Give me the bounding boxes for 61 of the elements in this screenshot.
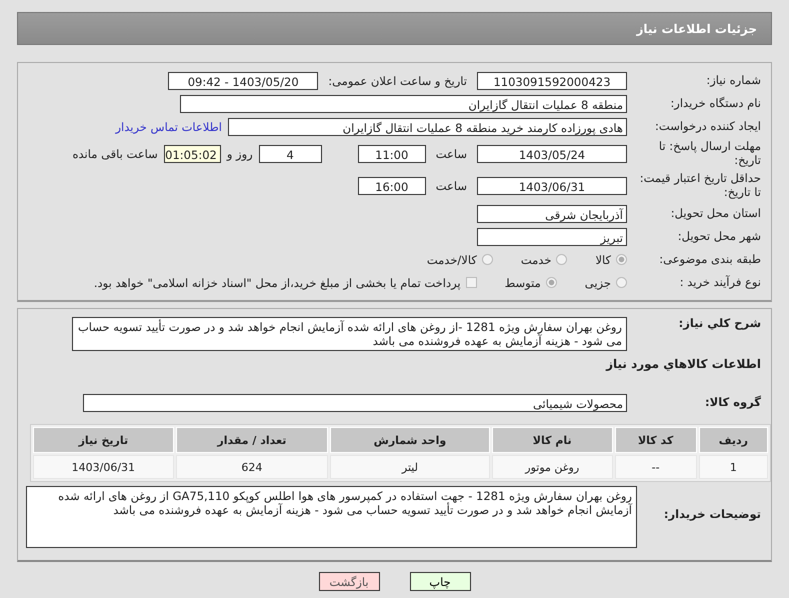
- goods-group-field: محصولات شیمیائی: [83, 394, 627, 412]
- column-header: واحد شمارش: [330, 427, 490, 453]
- field-label: نام دستگاه خریدار:: [669, 96, 762, 110]
- action-button[interactable]: چاپ: [410, 572, 470, 591]
- field-label: روز و: [226, 147, 253, 161]
- radio-button[interactable]: [556, 254, 568, 265]
- table-cell: 1403/06/31: [33, 455, 174, 479]
- field-label: شماره نیاز:: [705, 74, 762, 88]
- column-header: ردیف: [698, 427, 768, 453]
- column-header: کد کالا: [614, 427, 697, 453]
- column-header: نام کالا: [492, 427, 613, 453]
- field-label: حداقل تاریخ اعتبار قیمت: تا تاریخ:: [638, 172, 762, 200]
- field-label: توضیحات خریدار:: [662, 506, 762, 522]
- field-label: ساعت باقی مانده: [72, 147, 158, 161]
- table-cell: لیتر: [330, 455, 490, 479]
- field-label: مهلت ارسال پاسخ: تا تاریخ:: [658, 140, 762, 168]
- table-cell: 1: [698, 455, 768, 479]
- buyer-name-field: منطقه 8 عملیات انتقال گازایران: [180, 94, 627, 112]
- province-field: آذربایجان شرقی: [477, 204, 627, 222]
- city-field: تبریز: [477, 228, 627, 246]
- field-label: ساعت: [436, 147, 467, 161]
- field-label: طبقه بندی موضوعی:: [658, 252, 762, 266]
- field-label: نوع فرآیند خرید :: [678, 276, 762, 290]
- field-label: شهر محل تحویل:: [676, 230, 762, 244]
- field-label: گروه کالا:: [704, 396, 762, 410]
- field-label: شرح كلي نياز:: [678, 317, 762, 331]
- validity-time-field: 16:00: [358, 177, 426, 195]
- action-button[interactable]: بازگشت: [318, 572, 380, 591]
- deadline-date-field: 1403/05/24: [477, 145, 627, 163]
- buyer-contact-link[interactable]: اطلاعات تماس خریدار: [115, 120, 222, 134]
- radio-button[interactable]: [546, 277, 557, 288]
- section-title: اطلاعات كالاهاي مورد نياز: [604, 356, 762, 371]
- field-label: ساعت: [436, 179, 467, 193]
- remaining-time-field: 01:05:02: [164, 145, 221, 163]
- creator-field: هادی پورزاده کارمند خرید منطقه 8 عملیات انتقال گازایران: [228, 118, 627, 136]
- radio-button[interactable]: [482, 254, 493, 265]
- checkbox[interactable]: [466, 277, 477, 288]
- radio-label: کالا: [595, 252, 611, 266]
- column-header: تعداد / مقدار: [176, 427, 328, 453]
- radio-label: خدمت: [520, 252, 552, 266]
- summary-textarea: روغن بهران سفارش ویژه 1281 -از روغن های ارائه شده آزمایش انجام خواهد شد و در صورت تأیید تسویه حساب می شود - هزینه آزمایش به عهده فروشنده می باشد: [72, 317, 627, 351]
- announce-date-field: 1403/05/20 - 09:42: [168, 72, 318, 90]
- deadline-time-field: 11:00: [358, 145, 426, 163]
- radio-button[interactable]: [616, 254, 627, 265]
- radio-label: کالا/خدمت: [426, 252, 477, 266]
- radio-label: متوسط: [504, 276, 541, 290]
- field-label: تاریخ و ساعت اعلان عمومی:: [327, 74, 468, 88]
- field-label: استان محل تحویل:: [670, 206, 762, 220]
- field-label: ایجاد کننده درخواست:: [654, 120, 762, 134]
- checkbox-label: پرداخت تمام یا بخشی از مبلغ خرید،از محل "اسناد خزانه اسلامی" خواهد بود.: [94, 276, 461, 290]
- validity-date-field: 1403/06/31: [477, 177, 627, 195]
- table-cell: روغن موتور: [492, 455, 613, 479]
- page-title: جزئیات اطلاعات نیاز: [636, 22, 757, 36]
- table-cell: 624: [176, 455, 328, 479]
- table-cell: --: [614, 455, 697, 479]
- days-field: 4: [258, 145, 322, 163]
- column-header: تاریخ نیاز: [33, 427, 174, 453]
- need-number-field: 1103091592000423: [477, 72, 627, 90]
- radio-button[interactable]: [616, 277, 627, 288]
- notes-textarea: روغن بهران سفارش ویژه 1281 - جهت استفاده در کمپرسور های هوا اطلس کوپکو GA75,110 از روغن های ارائه شده آزمایش انجام خواهد شد و در صورت تأیید تسویه حساب می شود - هزینه آزمایش به عهده فروشنده می باشد: [26, 486, 637, 548]
- radio-label: جزیی: [584, 276, 611, 290]
